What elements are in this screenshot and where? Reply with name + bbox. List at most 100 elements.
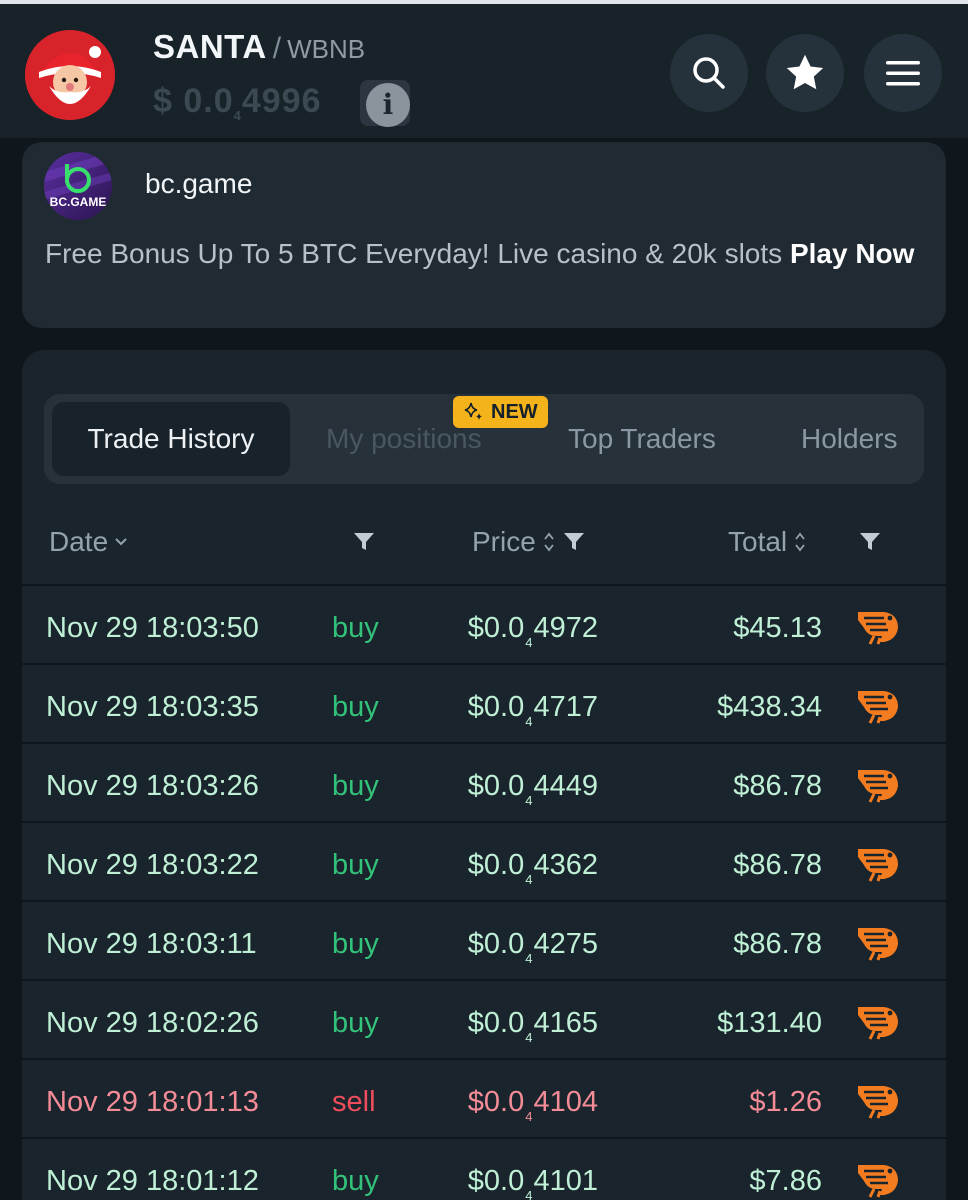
- total-header-label: Total: [728, 526, 788, 557]
- trade-date: Nov 29 18:03:35: [46, 691, 259, 723]
- tab-top-traders[interactable]: Top Traders: [568, 394, 716, 484]
- table-row[interactable]: Nov 29 18:03:11 buy $0.044275 $86.78: [22, 902, 946, 981]
- date-column-header[interactable]: Date: [49, 500, 128, 584]
- table-row[interactable]: Nov 29 18:03:50 buy $0.044972 $45.13: [22, 586, 946, 665]
- shrimp-icon[interactable]: [854, 685, 902, 725]
- shrimp-icon[interactable]: [854, 922, 902, 962]
- price-header-label: Price: [472, 526, 536, 557]
- price-digits: 4275: [533, 928, 598, 960]
- table-row[interactable]: Nov 29 18:03:26 buy $0.044449 $86.78: [22, 744, 946, 823]
- shrimp-icon[interactable]: [854, 1001, 902, 1041]
- trade-price: $0.044362: [468, 823, 598, 902]
- info-icon[interactable]: i: [366, 83, 410, 127]
- trade-side: buy: [332, 691, 379, 723]
- ad-brand-name: bc.game: [145, 168, 253, 199]
- trade-price: $0.044104: [468, 1060, 598, 1139]
- trade-total: $131.40: [717, 1007, 822, 1039]
- trade-side: sell: [332, 1086, 376, 1118]
- trade-date: Nov 29 18:01:12: [46, 1165, 259, 1197]
- trade-date: Nov 29 18:03:26: [46, 770, 259, 802]
- price-zeros: 4: [525, 872, 533, 887]
- trade-side: buy: [332, 612, 379, 644]
- price-zeros: 4: [525, 951, 533, 966]
- side-filter-button[interactable]: [352, 500, 376, 584]
- tab-holders[interactable]: Holders: [801, 394, 897, 484]
- shrimp-icon[interactable]: [854, 843, 902, 883]
- tab-trade-history[interactable]: Trade History: [52, 402, 290, 476]
- total-column-header[interactable]: Total: [728, 500, 807, 584]
- trade-date: Nov 29 18:02:26: [46, 1007, 259, 1039]
- filter-icon[interactable]: [562, 531, 586, 553]
- pair-separator: /: [272, 32, 282, 65]
- price-prefix: $0.0: [467, 849, 525, 881]
- date-header-label: Date: [49, 526, 109, 557]
- trade-total: $86.78: [733, 770, 822, 802]
- shrimp-icon[interactable]: [854, 1080, 902, 1120]
- price-prefix: $0.0: [467, 770, 525, 802]
- price-zeros: 4: [525, 1188, 533, 1200]
- price-zeros: 4: [525, 1030, 533, 1045]
- ad-text: Free Bonus Up To 5 BTC Everyday! Live ca…: [45, 232, 925, 275]
- table-row[interactable]: Nov 29 18:01:12 buy $0.044101 $7.86: [22, 1139, 946, 1200]
- trade-date: Nov 29 18:01:13: [46, 1086, 259, 1118]
- maker-filter-button[interactable]: [858, 500, 882, 584]
- table-row[interactable]: Nov 29 18:01:13 sell $0.044104 $1.26: [22, 1060, 946, 1139]
- trade-price: $0.044165: [468, 981, 598, 1060]
- table-row[interactable]: Nov 29 18:03:22 buy $0.044362 $86.78: [22, 823, 946, 902]
- trade-date: Nov 29 18:03:11: [46, 928, 257, 960]
- trade-side: buy: [332, 1165, 379, 1197]
- price-digits: 4362: [533, 849, 598, 881]
- trade-total: $7.86: [749, 1165, 822, 1197]
- price-zeros: 4: [525, 635, 533, 650]
- trade-date: Nov 29 18:03:50: [46, 612, 259, 644]
- price-prefix: $0.0: [467, 612, 525, 644]
- trade-price: $0.044275: [468, 902, 598, 981]
- ad-cta-link[interactable]: Play Now: [790, 238, 914, 269]
- trade-total: $1.26: [749, 1086, 822, 1118]
- header-price-digits: 4996: [241, 82, 322, 120]
- trade-total: $86.78: [733, 928, 822, 960]
- sort-icon: [795, 532, 805, 552]
- base-symbol: SANTA: [153, 28, 267, 65]
- shrimp-icon[interactable]: [854, 764, 902, 804]
- new-badge: NEW: [453, 396, 548, 428]
- trade-date: Nov 29 18:03:22: [46, 849, 259, 881]
- price-column-header[interactable]: Price: [472, 500, 586, 584]
- price-digits: 4165: [533, 1007, 598, 1039]
- pair-title: SANTA / WBNB: [153, 28, 365, 66]
- menu-icon: [886, 61, 920, 86]
- table-row[interactable]: Nov 29 18:03:35 buy $0.044717 $438.34: [22, 665, 946, 744]
- table-row[interactable]: Nov 29 18:02:26 buy $0.044165 $131.40: [22, 981, 946, 1060]
- trade-price: $0.044449: [468, 744, 598, 823]
- sparkle-icon: [464, 402, 482, 420]
- trade-side: buy: [332, 849, 379, 881]
- new-badge-label: NEW: [491, 401, 538, 423]
- star-icon: [786, 54, 824, 90]
- favorite-button[interactable]: [766, 34, 844, 112]
- header-price: $ 0.044996: [153, 82, 322, 123]
- header-price-prefix: $ 0.0: [153, 82, 234, 120]
- price-digits: 4972: [533, 612, 598, 644]
- filter-icon: [354, 533, 374, 550]
- price-prefix: $0.0: [467, 1007, 525, 1039]
- price-prefix: $0.0: [467, 1086, 525, 1118]
- shrimp-icon[interactable]: [854, 1159, 902, 1199]
- bcgame-logo: BC.GAME: [44, 152, 112, 220]
- sponsored-ad[interactable]: BC.GAME bc.game Free Bonus Up To 5 BTC E…: [22, 142, 946, 328]
- trade-side: buy: [332, 928, 379, 960]
- search-icon: [693, 57, 725, 89]
- search-button[interactable]: [670, 34, 748, 112]
- filter-icon: [860, 533, 880, 550]
- ad-body: Free Bonus Up To 5 BTC Everyday! Live ca…: [45, 238, 783, 269]
- price-zeros: 4: [525, 1109, 533, 1124]
- santa-logo[interactable]: [25, 30, 115, 120]
- price-prefix: $0.0: [467, 691, 525, 723]
- menu-button[interactable]: [864, 34, 942, 112]
- shrimp-icon[interactable]: [854, 606, 902, 646]
- chevron-down-icon: [115, 538, 127, 546]
- price-digits: 4449: [533, 770, 598, 802]
- trades-panel: Trade History My positions Top Traders H…: [22, 350, 946, 1200]
- trade-total: $438.34: [717, 691, 822, 723]
- header-price-zeros: 4: [233, 108, 242, 123]
- quote-symbol: WBNB: [287, 34, 366, 64]
